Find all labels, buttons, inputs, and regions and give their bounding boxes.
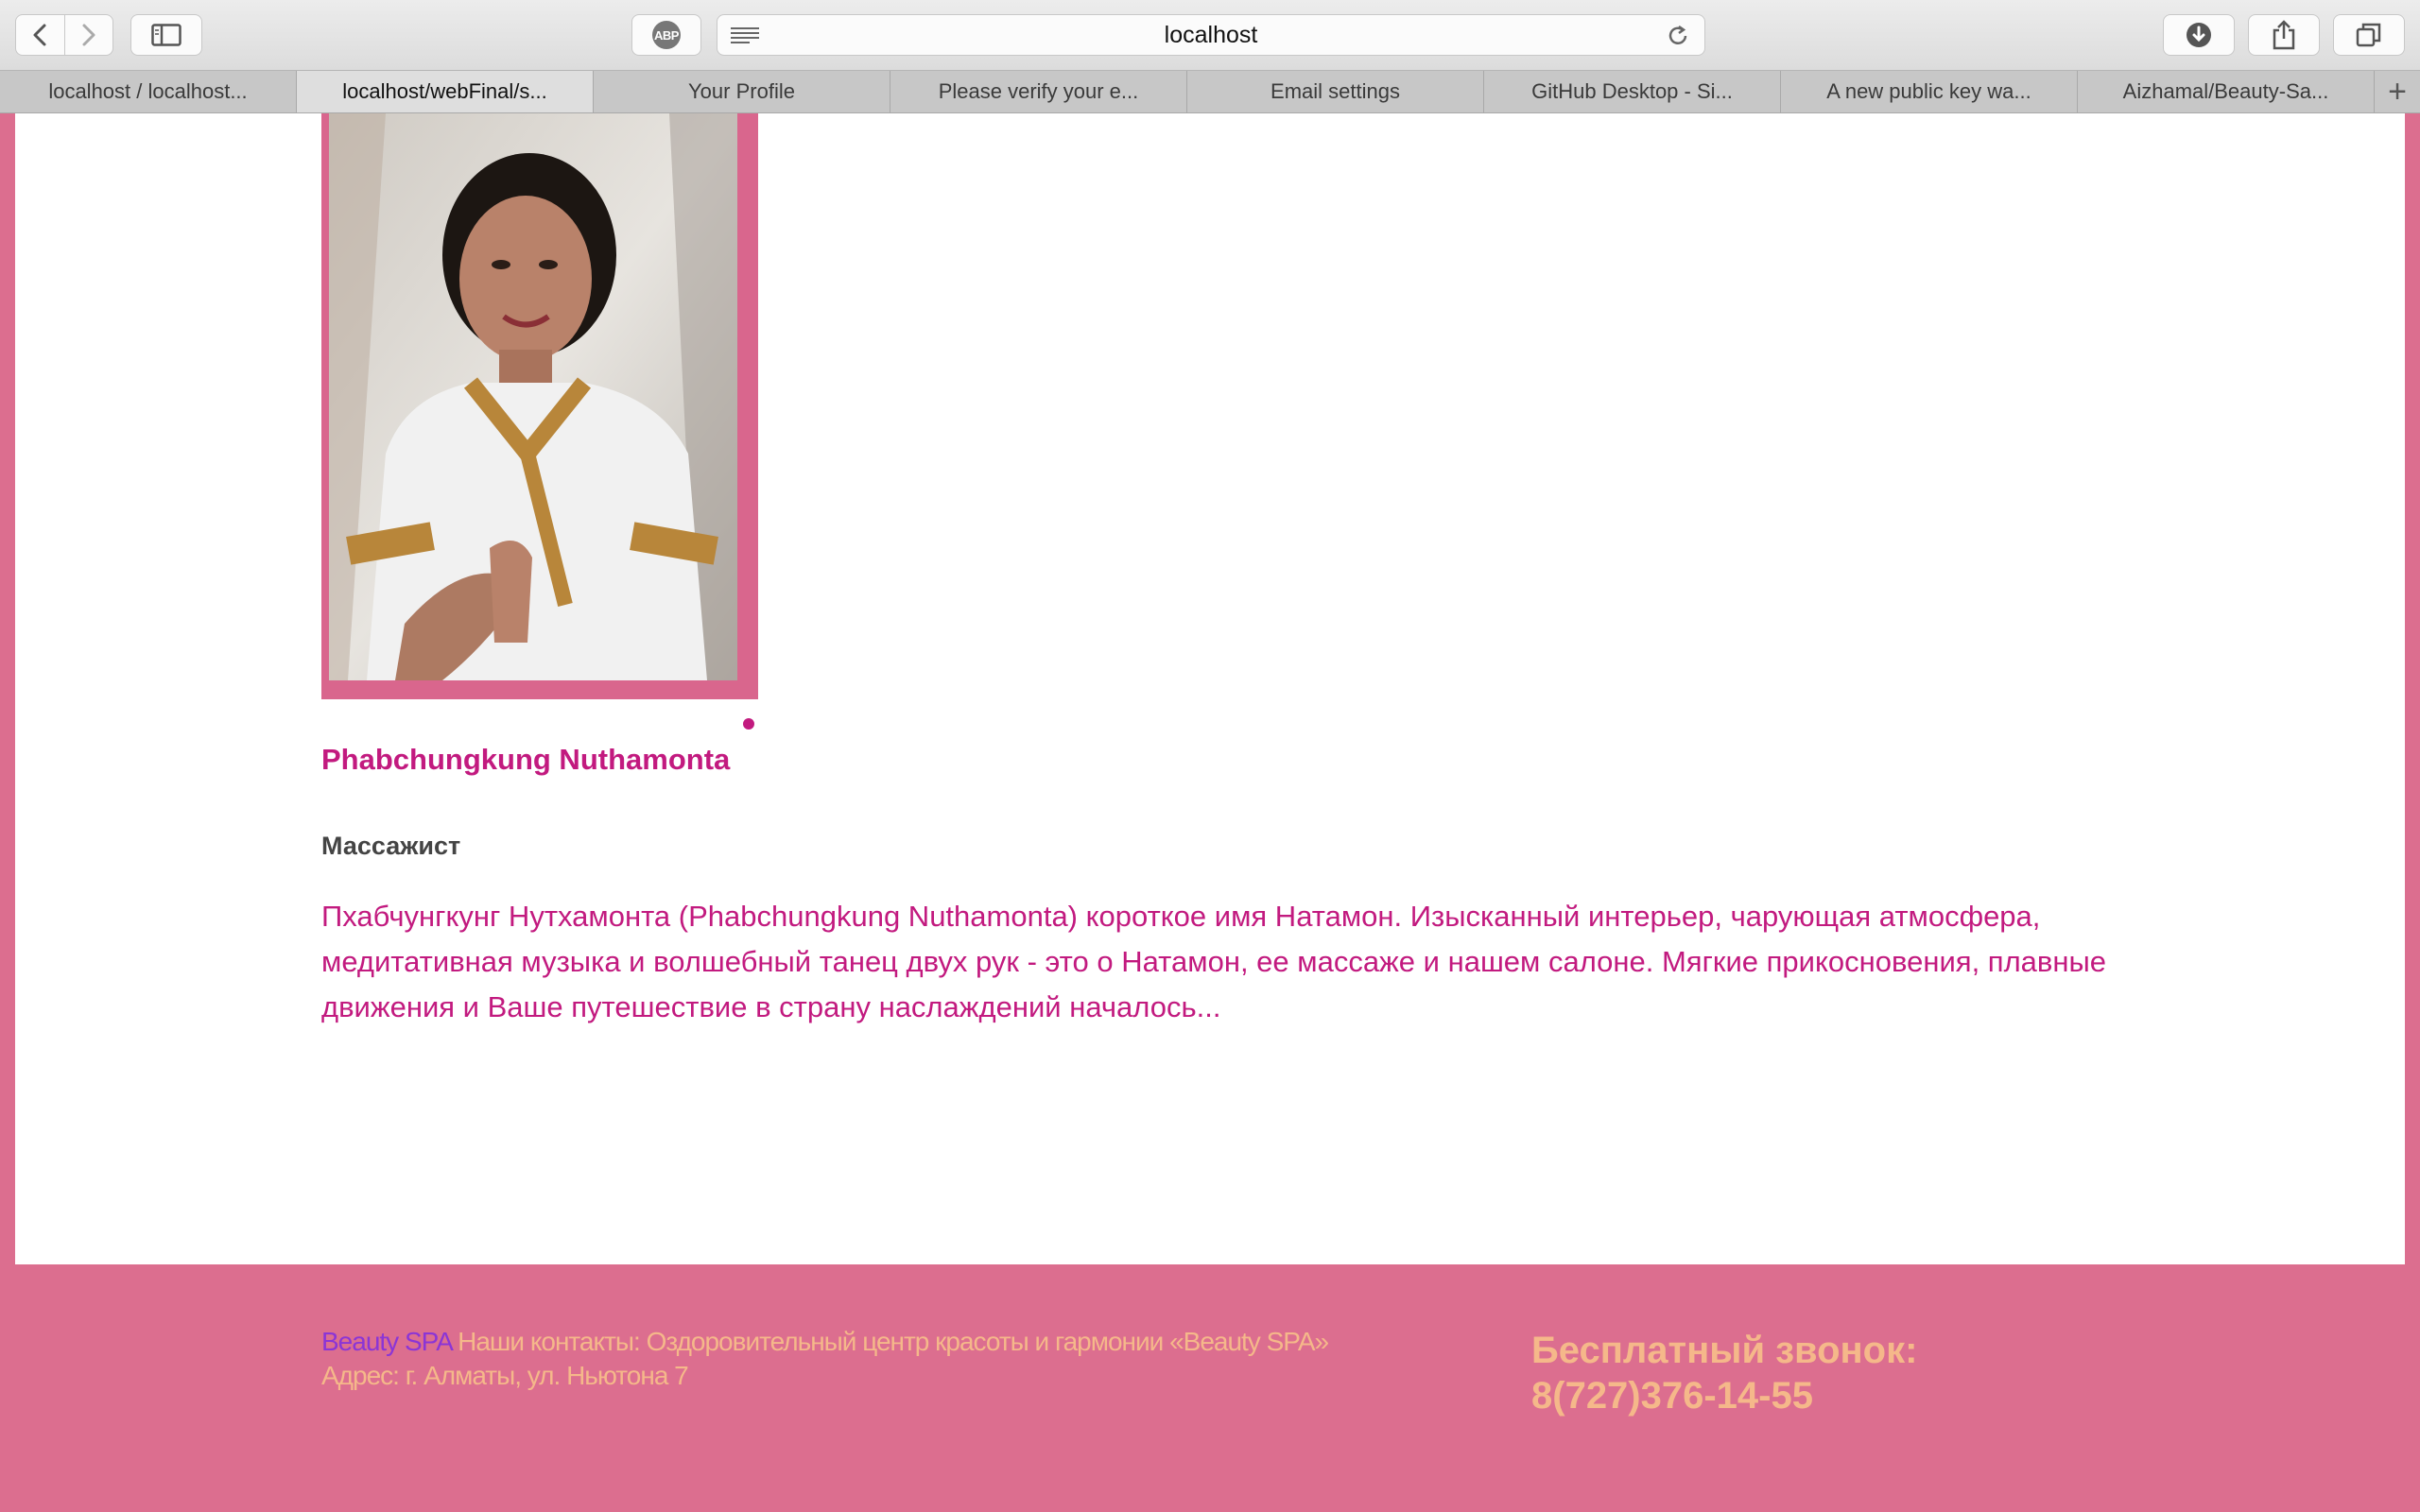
navigation-buttons	[15, 14, 113, 56]
specialist-role: Массажист	[321, 832, 461, 860]
browser-tab[interactable]: GitHub Desktop - Si...	[1484, 71, 1781, 112]
new-tab-button[interactable]: +	[2375, 71, 2420, 112]
sidebar-icon	[151, 24, 182, 46]
address-bar[interactable]: localhost	[717, 14, 1705, 56]
share-icon	[2273, 20, 2295, 50]
browser-tab-active[interactable]: localhost/webFinal/s...	[297, 71, 594, 112]
browser-tab[interactable]: Please verify your e...	[890, 71, 1187, 112]
address-text: Адрес: г. Алматы, ул. Ньютона 7	[321, 1361, 689, 1390]
chevron-left-icon	[33, 24, 46, 46]
browser-toolbar: ABP localhost	[0, 0, 2420, 70]
footer-contacts-line: Beauty SPA Наши контакты: Оздоровительны…	[321, 1325, 1456, 1359]
adblock-icon: ABP	[652, 21, 681, 49]
footer-contacts: Beauty SPA Наши контакты: Оздоровительны…	[321, 1325, 1456, 1393]
tab-bar: localhost / localhost... localhost/webFi…	[0, 70, 2420, 113]
browser-tab[interactable]: Aizhamal/Beauty-Sa...	[2078, 71, 2375, 112]
portrait-image	[329, 113, 737, 680]
specialist-name: Phabchungkung Nuthamonta	[321, 743, 731, 776]
footer-free-call: Бесплатный звонок: 8(727)376-14-55	[1531, 1328, 1917, 1418]
adblock-button[interactable]: ABP	[631, 14, 701, 56]
back-button[interactable]	[16, 15, 64, 55]
browser-tab[interactable]: A new public key wa...	[1781, 71, 2078, 112]
contacts-text: Наши контакты: Оздоровительный центр кра…	[458, 1327, 1329, 1356]
specialist-photo-frame	[321, 113, 758, 699]
chevron-right-icon	[82, 24, 95, 46]
download-icon	[2187, 23, 2211, 47]
browser-tab[interactable]: Your Profile	[594, 71, 890, 112]
sidebar-toggle-button[interactable]	[130, 14, 202, 56]
url-text: localhost	[1164, 22, 1258, 48]
browser-tab[interactable]: Email settings	[1187, 71, 1484, 112]
carousel-dot[interactable]	[743, 718, 754, 730]
reload-icon[interactable]	[1665, 23, 1691, 49]
forward-button[interactable]	[63, 15, 113, 55]
specialist-description: Пхабчунгкунг Нутхамонта (Phabchungkung N…	[321, 900, 2107, 1023]
specialist-photo	[329, 113, 737, 680]
share-button[interactable]	[2248, 14, 2320, 56]
downloads-button[interactable]	[2163, 14, 2235, 56]
page-content: Phabchungkung Nuthamonta Массажист Пхабч…	[15, 113, 2405, 1264]
free-call-label: Бесплатный звонок:	[1531, 1330, 1918, 1371]
phone-number[interactable]: 8(727)376-14-55	[1531, 1373, 1917, 1418]
brand-link[interactable]: Beauty SPA	[321, 1327, 452, 1356]
browser-tab[interactable]: localhost / localhost...	[0, 71, 297, 112]
show-tabs-button[interactable]	[2333, 14, 2405, 56]
tabs-overview-icon	[2356, 23, 2381, 47]
